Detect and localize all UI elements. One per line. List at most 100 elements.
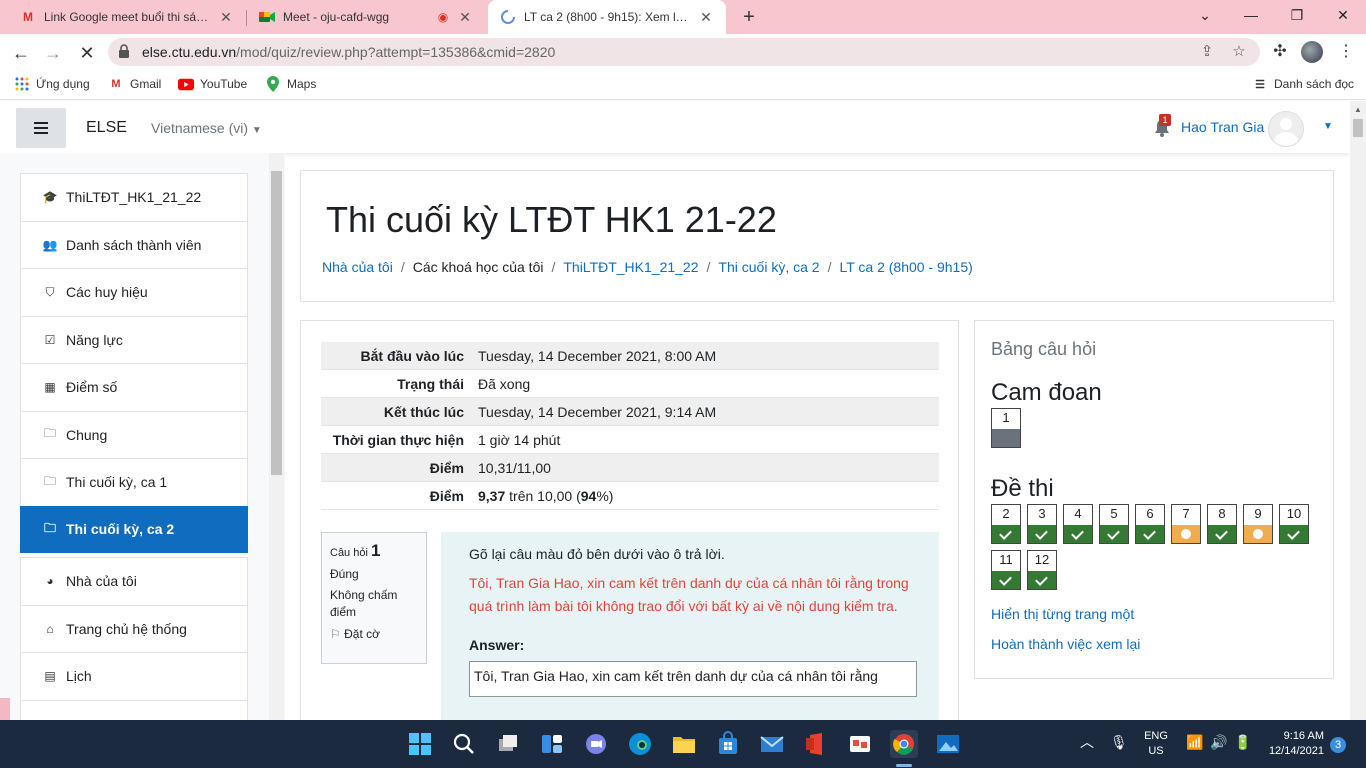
attempt-summary-table: Bắt đầu vào lúc Tuesday, 14 December 2021… xyxy=(321,342,939,510)
summary-value: Đã xong xyxy=(478,376,531,392)
extensions-icon[interactable]: ✣ xyxy=(1268,40,1292,64)
photos-icon[interactable] xyxy=(934,730,962,758)
reading-list-button[interactable]: ☰ Danh sách đọc xyxy=(1252,76,1354,92)
tab-meet[interactable]: Meet - oju-cafd-wgg ◉ ✕ xyxy=(247,0,485,34)
file-explorer-icon[interactable] xyxy=(670,730,698,758)
finish-review-link[interactable]: Hoàn thành việc xem lại xyxy=(991,636,1140,652)
summary-label: Điểm xyxy=(429,460,464,476)
question-number: 9 xyxy=(1254,506,1262,521)
back-button[interactable]: ← xyxy=(8,40,34,66)
tab-search-icon[interactable]: ⌄ xyxy=(1182,0,1228,30)
bookmark-gmail[interactable]: M Gmail xyxy=(108,76,161,92)
quiz-nav-button-11[interactable]: 11 xyxy=(991,550,1021,590)
new-tab-button[interactable]: + xyxy=(737,4,761,30)
close-tab-icon[interactable]: ✕ xyxy=(457,9,473,26)
chrome-icon[interactable] xyxy=(890,730,918,758)
drawer-item-competencies[interactable]: ☑ Năng lực xyxy=(20,315,248,363)
drawer-item-site-home[interactable]: ⌂ Trang chủ hệ thống xyxy=(20,604,248,652)
tab-gmail-link[interactable]: M Link Google meet buổi thi sáng 1 ✕ xyxy=(8,0,246,34)
drawer-item-calendar[interactable]: ▤ Lịch xyxy=(20,652,248,700)
drawer-item-dashboard[interactable]: ◕ Nhà của tôi xyxy=(20,557,248,605)
search-icon[interactable] xyxy=(450,730,478,758)
task-view-icon[interactable] xyxy=(494,730,522,758)
quiz-nav-button-5[interactable]: 5 xyxy=(1099,504,1129,544)
edge-browser-icon[interactable] xyxy=(626,730,654,758)
drawer-toggle-button[interactable] xyxy=(16,108,66,148)
close-tab-icon[interactable]: ✕ xyxy=(698,9,714,26)
quiz-nav-button-1[interactable]: 1 xyxy=(991,408,1021,448)
input-language[interactable]: ENG US xyxy=(1138,729,1174,759)
language-menu[interactable]: Vietnamese (vi) ▼ xyxy=(151,120,262,136)
close-window-button[interactable]: ✕ xyxy=(1320,0,1366,30)
bookmark-apps[interactable]: Ứng dụng xyxy=(14,76,90,92)
drawer-item-exam-1[interactable]: 🗀 Thi cuối kỳ, ca 1 xyxy=(20,458,248,506)
quiz-nav-button-3[interactable]: 3 xyxy=(1027,504,1057,544)
scrollbar-thumb[interactable] xyxy=(1353,119,1363,137)
site-brand[interactable]: ELSE xyxy=(86,119,127,137)
windows-start-icon[interactable] xyxy=(406,730,434,758)
drawer-item-label: Chung xyxy=(66,426,108,443)
quiz-nav-button-8[interactable]: 8 xyxy=(1207,504,1237,544)
page-scrollbar[interactable]: ▲ xyxy=(1350,101,1366,720)
quiz-nav-button-6[interactable]: 6 xyxy=(1135,504,1165,544)
quiz-nav-button-12[interactable]: 12 xyxy=(1027,550,1057,590)
bookmark-youtube[interactable]: YouTube xyxy=(178,76,247,92)
quiz-nav-button-4[interactable]: 4 xyxy=(1063,504,1093,544)
question-statement: Tôi, Tran Gia Hao, xin cam kết trên danh… xyxy=(469,575,909,614)
bookmark-star-icon[interactable]: ☆ xyxy=(1230,43,1248,61)
notification-badge[interactable]: 3 xyxy=(1330,737,1346,753)
office-icon[interactable] xyxy=(802,730,830,758)
correct-check-icon xyxy=(1028,571,1056,589)
teams-chat-icon[interactable] xyxy=(582,730,610,758)
widgets-icon[interactable] xyxy=(538,730,566,758)
breadcrumb-link[interactable]: Nhà của tôi xyxy=(322,259,393,275)
quiz-nav-button-9[interactable]: 9 xyxy=(1243,504,1273,544)
flag-question-button[interactable]: ⚐ Đặt cờ xyxy=(330,627,418,641)
drawer-item-badges[interactable]: ⛉ Các huy hiệu xyxy=(20,268,248,316)
wifi-icon[interactable]: 📶 xyxy=(1186,735,1203,750)
share-icon[interactable]: ⇪ xyxy=(1198,43,1216,61)
answer-field[interactable]: Tôi, Tran Gia Hao, xin cam kết trên danh… xyxy=(469,661,917,697)
drawer-item-course[interactable]: 🎓 ThiLTĐT_HK1_21_22 xyxy=(20,173,248,221)
quiz-nav-button-7[interactable]: 7 xyxy=(1171,504,1201,544)
drawer-scrollbar-thumb[interactable] xyxy=(271,171,282,475)
microsoft-store-icon[interactable] xyxy=(714,730,742,758)
scroll-up-icon[interactable]: ▲ xyxy=(1354,105,1362,114)
dashboard-icon: ◕ xyxy=(46,574,54,589)
forward-button[interactable]: → xyxy=(40,40,66,66)
url-bar[interactable]: else.ctu.edu.vn/mod/quiz/review.php?atte… xyxy=(108,38,1260,66)
mail-icon[interactable] xyxy=(758,730,786,758)
close-tab-icon[interactable]: ✕ xyxy=(218,9,234,26)
bookmark-maps[interactable]: Maps xyxy=(265,76,316,92)
user-name[interactable]: Hao Tran Gia xyxy=(1181,119,1264,135)
summary-grade: 9,37 trên 10,00 (94%) xyxy=(470,482,939,510)
quiz-nav-button-2[interactable]: 2 xyxy=(991,504,1021,544)
drawer-item-exam-2[interactable]: 🗀 Thi cuối kỳ, ca 2 xyxy=(20,505,248,553)
quiz-nav-section-heading: Đề thi xyxy=(991,475,1054,502)
volume-icon[interactable]: 🔊 xyxy=(1210,735,1227,750)
show-hidden-icons[interactable]: ︿ xyxy=(1080,735,1094,750)
drawer-item-general[interactable]: 🗀 Chung xyxy=(20,410,248,458)
tab-quiz-review[interactable]: LT ca 2 (8h00 - 9h15): Xem lại lần ✕ xyxy=(488,0,726,34)
browser-menu-icon[interactable]: ⋮ xyxy=(1334,40,1358,64)
breadcrumb-link[interactable]: Thi cuối kỳ, ca 2 xyxy=(718,259,819,275)
drawer-item-grades[interactable]: ▦ Điểm số xyxy=(20,363,248,411)
breadcrumb-link[interactable]: ThiLTĐT_HK1_21_22 xyxy=(563,259,698,275)
user-avatar[interactable] xyxy=(1268,111,1304,147)
drawer-item-participants[interactable]: 👥 Danh sách thành viên xyxy=(20,220,248,268)
show-one-page-link[interactable]: Hiển thị từng trang một xyxy=(991,606,1134,622)
quiz-nav-button-10[interactable]: 10 xyxy=(1279,504,1309,544)
profile-avatar-icon[interactable] xyxy=(1301,41,1323,63)
drawer-scrollbar[interactable] xyxy=(269,153,284,720)
maximize-button[interactable]: ❐ xyxy=(1274,0,1320,30)
user-menu-caret-icon[interactable]: ▼ xyxy=(1323,121,1333,132)
microphone-icon[interactable]: 🎙 xyxy=(1110,735,1128,750)
breadcrumb-link[interactable]: LT ca 2 (8h00 - 9h15) xyxy=(839,259,972,275)
clock[interactable]: 9:16 AM 12/14/2021 xyxy=(1262,729,1324,759)
gmail-icon: M xyxy=(23,10,33,24)
snipping-tool-icon[interactable] xyxy=(846,730,874,758)
stop-loading-button[interactable]: ✕ xyxy=(74,40,100,66)
battery-icon[interactable]: 🔋 xyxy=(1234,735,1251,750)
drawer-item-label: ThiLTĐT_HK1_21_22 xyxy=(66,189,202,206)
minimize-button[interactable]: — xyxy=(1228,0,1274,30)
